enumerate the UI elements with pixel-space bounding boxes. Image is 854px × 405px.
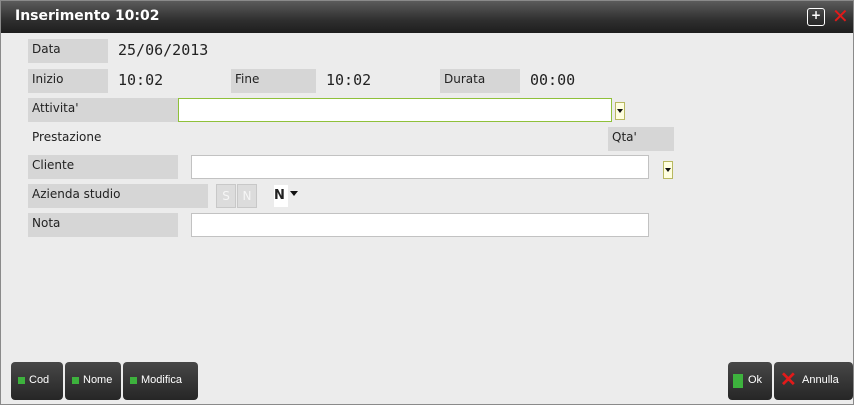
maximize-icon[interactable]: + xyxy=(807,8,825,26)
nota-label: Nota xyxy=(28,213,178,237)
fine-value[interactable]: 10:02 xyxy=(326,71,371,89)
inizio-label: Inizio xyxy=(28,69,108,93)
green-square-icon xyxy=(18,377,25,384)
nota-input[interactable] xyxy=(191,213,649,237)
prestazione-label: Prestazione xyxy=(32,130,102,144)
red-x-icon: ✕ xyxy=(780,369,797,391)
ok-button[interactable]: Ok xyxy=(728,362,772,400)
attivita-label: Attivita' xyxy=(28,98,178,122)
durata-label: Durata xyxy=(440,69,520,93)
cod-button[interactable]: Cod xyxy=(11,362,63,400)
cliente-dropdown-icon[interactable] xyxy=(663,161,673,179)
toggle-n-button[interactable]: N xyxy=(237,184,257,208)
qta-label: Qta' xyxy=(608,127,674,151)
window-title: Inserimento 10:02 xyxy=(15,8,160,24)
data-value[interactable]: 25/06/2013 xyxy=(118,41,208,59)
azienda-dropdown-icon[interactable] xyxy=(290,191,298,196)
cliente-label: Cliente xyxy=(28,155,178,179)
azienda-studio-label: Azienda studio xyxy=(28,184,208,208)
durata-value[interactable]: 00:00 xyxy=(530,71,575,89)
attivita-input[interactable] xyxy=(178,98,612,122)
cliente-input[interactable] xyxy=(191,155,649,179)
title-bar: Inserimento 10:02 + ✕ xyxy=(1,1,853,33)
nome-button[interactable]: Nome xyxy=(65,362,121,400)
modifica-button[interactable]: Modifica xyxy=(123,362,198,400)
close-icon[interactable]: ✕ xyxy=(831,5,849,27)
fine-label: Fine xyxy=(231,69,316,93)
attivita-dropdown-icon[interactable] xyxy=(615,102,625,120)
inizio-value[interactable]: 10:02 xyxy=(118,71,163,89)
azienda-studio-select[interactable]: N xyxy=(274,185,288,207)
annulla-button[interactable]: ✕ Annulla xyxy=(774,362,853,400)
toggle-s-button[interactable]: S xyxy=(216,184,236,208)
data-label: Data xyxy=(28,39,108,63)
insert-dialog: Inserimento 10:02 + ✕ Data 25/06/2013 In… xyxy=(0,0,854,405)
green-square-icon xyxy=(130,377,137,384)
green-square-icon xyxy=(733,374,743,388)
green-square-icon xyxy=(72,377,79,384)
